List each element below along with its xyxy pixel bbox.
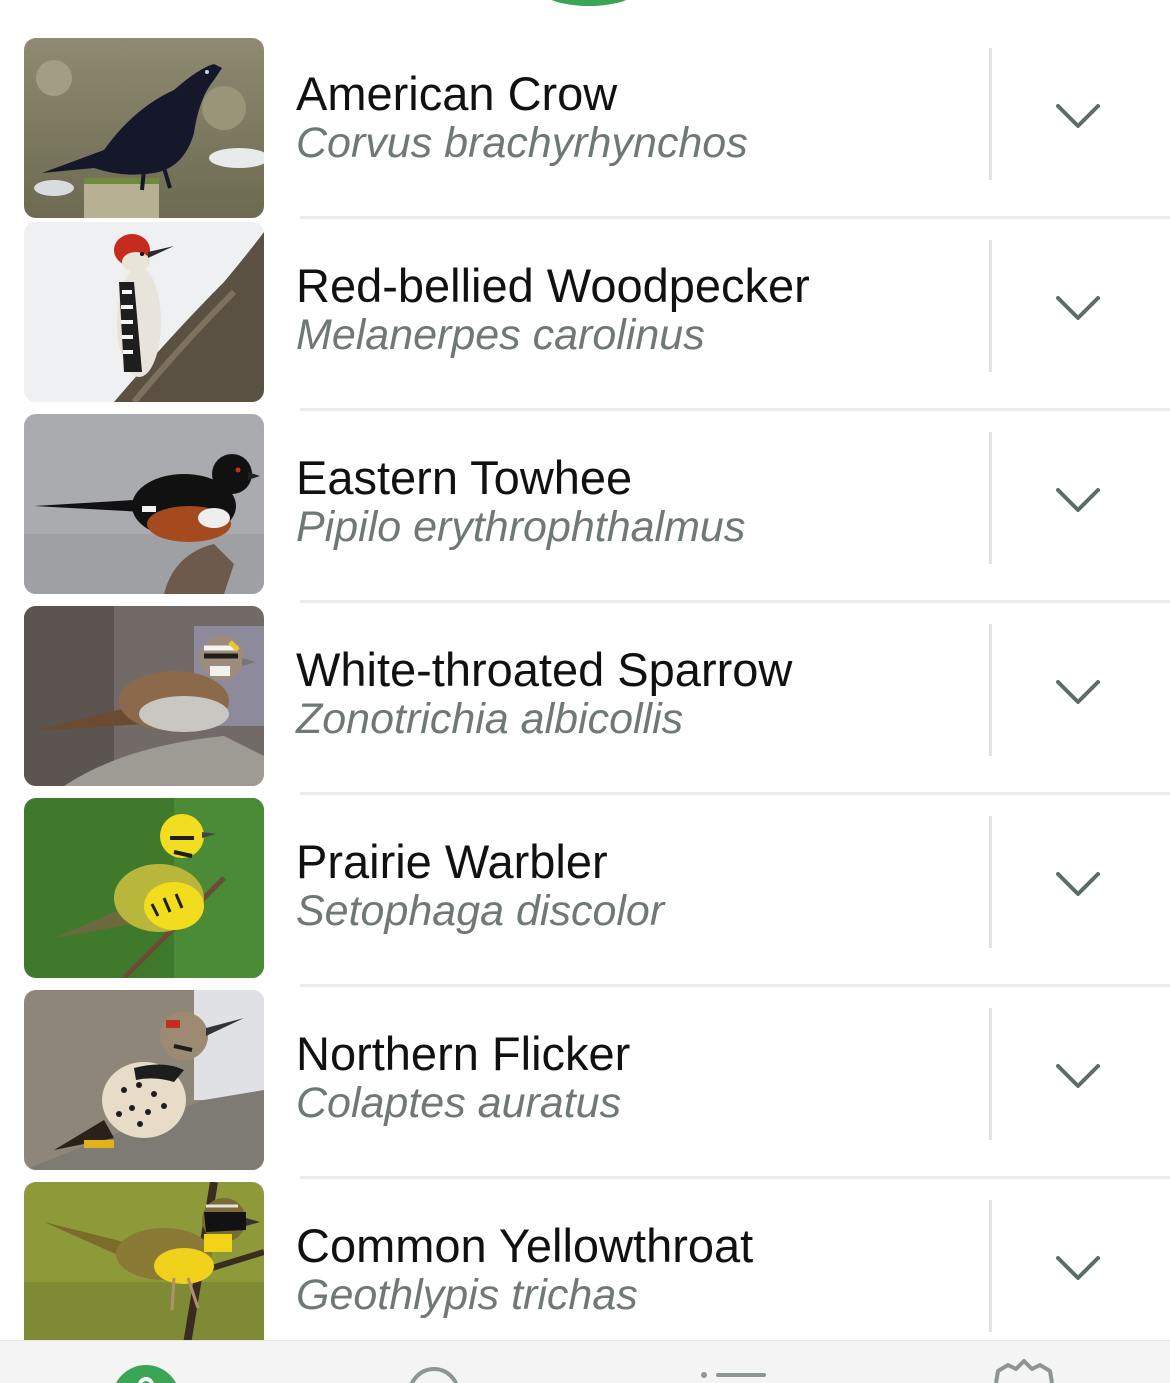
list-item[interactable]: Eastern Towhee Pipilo erythrophthalmus: [0, 410, 1170, 602]
row-divider: [989, 1008, 992, 1140]
expand-button[interactable]: [1030, 76, 1130, 156]
gear-icon: [994, 1359, 1054, 1383]
row-divider: [989, 816, 992, 948]
expand-button[interactable]: [1030, 844, 1130, 924]
white-throated-sparrow-photo: [24, 606, 264, 786]
expand-button[interactable]: [1030, 1228, 1130, 1308]
red-bellied-woodpecker-photo: [24, 222, 264, 402]
tab-bar: [0, 1340, 1170, 1383]
species-scientific-name: Zonotrichia albicollis: [296, 695, 684, 743]
species-common-name: Red-bellied Woodpecker: [296, 259, 810, 312]
species-common-name: Eastern Towhee: [296, 451, 633, 504]
species-scientific-name: Colaptes auratus: [296, 1079, 622, 1127]
list-item[interactable]: Prairie Warbler Setophaga discolor: [0, 794, 1170, 986]
row-divider: [989, 240, 992, 372]
chevron-down-icon: [1056, 488, 1100, 512]
expand-button[interactable]: [1030, 460, 1130, 540]
american-crow-photo: [24, 38, 264, 218]
list-item[interactable]: American Crow Corvus brachyrhynchos: [0, 26, 1170, 218]
northern-flicker-photo: [24, 990, 264, 1170]
chevron-down-icon: [1056, 104, 1100, 128]
tab-identify[interactable]: [86, 1341, 206, 1383]
chevron-down-icon: [1056, 872, 1100, 896]
tab-search[interactable]: [374, 1341, 494, 1383]
expand-button[interactable]: [1030, 652, 1130, 732]
list-icon: [701, 1372, 766, 1378]
species-common-name: American Crow: [296, 67, 618, 120]
expand-button[interactable]: [1030, 1036, 1130, 1116]
row-divider: [989, 624, 992, 756]
chevron-down-icon: [1056, 680, 1100, 704]
top-active-indicator: [541, 0, 637, 6]
tab-settings[interactable]: [964, 1341, 1084, 1383]
search-icon: [410, 1367, 458, 1383]
prairie-warbler-photo: [24, 798, 264, 978]
row-divider: [989, 1200, 992, 1332]
list-item[interactable]: Red-bellied Woodpecker Melanerpes caroli…: [0, 218, 1170, 410]
row-divider: [989, 48, 992, 180]
list-item[interactable]: White-throated Sparrow Zonotrichia albic…: [0, 602, 1170, 794]
list-item[interactable]: Northern Flicker Colaptes auratus: [0, 986, 1170, 1178]
species-common-name: Prairie Warbler: [296, 835, 608, 888]
species-common-name: White-throated Sparrow: [296, 643, 793, 696]
chevron-down-icon: [1056, 1064, 1100, 1088]
eastern-towhee-photo: [24, 414, 264, 594]
tab-list[interactable]: [672, 1341, 792, 1383]
species-scientific-name: Setophaga discolor: [296, 887, 665, 935]
species-common-name: Northern Flicker: [296, 1027, 631, 1080]
chevron-down-icon: [1056, 1256, 1100, 1280]
species-scientific-name: Corvus brachyrhynchos: [296, 119, 748, 167]
species-scientific-name: Pipilo erythrophthalmus: [296, 503, 746, 551]
chevron-down-icon: [1056, 296, 1100, 320]
common-yellowthroat-photo: [24, 1182, 264, 1362]
row-divider: [989, 432, 992, 564]
expand-button[interactable]: [1030, 268, 1130, 348]
species-common-name: Common Yellowthroat: [296, 1219, 754, 1272]
species-scientific-name: Geothlypis trichas: [296, 1271, 638, 1319]
identify-icon: [116, 1365, 176, 1383]
species-scientific-name: Melanerpes carolinus: [296, 311, 705, 359]
